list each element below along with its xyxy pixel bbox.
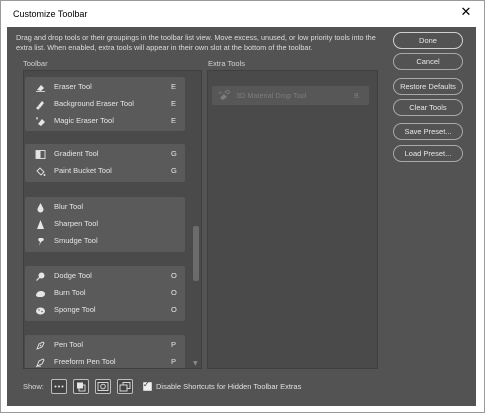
tool-name: Eraser Tool <box>54 82 92 91</box>
restore-defaults-button[interactable]: Restore Defaults <box>393 78 463 95</box>
tool-name: Magic Eraser Tool <box>54 116 114 125</box>
load-preset-button[interactable]: Load Preset... <box>393 145 463 162</box>
cancel-button[interactable]: Cancel <box>393 53 463 70</box>
pen-icon <box>36 341 45 350</box>
tool-shortcut: G <box>171 149 177 158</box>
show-label: Show: <box>23 382 44 391</box>
clear-tools-button[interactable]: Clear Tools <box>393 99 463 116</box>
close-icon[interactable]: ✕ <box>458 5 474 21</box>
tool-shortcut: P <box>171 340 177 349</box>
checkmark-icon: ✓ <box>143 380 150 389</box>
title-bar: Customize Toolbar ✕ <box>1 1 484 29</box>
tool-shortcut: G <box>171 166 177 175</box>
burn-icon <box>36 291 45 297</box>
toolbar-scrollbar[interactable] <box>192 72 200 367</box>
quick-mask-icon <box>97 382 109 391</box>
smudge-icon <box>38 238 44 246</box>
paint-bucket-icon <box>36 167 46 176</box>
tool-name: Pen Tool <box>54 340 84 349</box>
tool-name: Dodge Tool <box>54 271 92 280</box>
foreground-background-icon <box>77 382 86 392</box>
tool-name: Burn Tool <box>54 288 86 297</box>
tool-group[interactable]: Blur Tool Sharpen Tool Smudge Tool <box>25 197 185 252</box>
tool-shortcut: O <box>171 288 177 297</box>
tool-name: Paint Bucket Tool <box>54 166 112 175</box>
tool-row[interactable]: Sharpen Tool <box>25 216 185 233</box>
tool-row[interactable]: Freeform Pen Tool P <box>25 354 185 368</box>
save-preset-button[interactable]: Save Preset... <box>393 123 463 140</box>
tool-row[interactable]: Eraser Tool E <box>25 79 185 96</box>
tool-shortcut: E <box>171 116 177 125</box>
toolbar-list-label: Toolbar <box>23 59 48 68</box>
dodge-icon <box>36 272 45 281</box>
tool-group[interactable]: Eraser Tool E Background Eraser Tool E M… <box>25 77 185 131</box>
svg-text:3D: 3D <box>218 90 223 95</box>
dialog-title: Customize Toolbar <box>13 9 88 19</box>
tool-group[interactable]: Dodge Tool O Burn Tool O Sponge Tool O <box>25 266 185 321</box>
blur-icon <box>37 203 44 213</box>
tool-shortcut: E <box>171 82 177 91</box>
tool-row[interactable]: Gradient Tool G <box>25 146 185 163</box>
done-button[interactable]: Done <box>393 32 463 49</box>
tool-name: Smudge Tool <box>54 236 98 245</box>
instructions-text: Drag and drop tools or their groupings i… <box>16 33 376 52</box>
quick-mask-button[interactable] <box>95 379 111 394</box>
tool-row[interactable]: Sponge Tool O <box>25 302 185 319</box>
foreground-background-button[interactable] <box>73 379 89 394</box>
gradient-icon <box>35 150 46 159</box>
tool-row[interactable]: Pen Tool P <box>25 337 185 354</box>
tool-shortcut: O <box>171 271 177 280</box>
tool-row[interactable]: Paint Bucket Tool G <box>25 163 185 180</box>
tool-name: Gradient Tool <box>54 149 99 158</box>
tool-group[interactable]: Pen Tool P Freeform Pen Tool P <box>25 335 185 368</box>
more-options-button[interactable] <box>51 379 67 394</box>
scrollbar-thumb[interactable] <box>193 226 199 281</box>
disable-shortcuts-label[interactable]: Disable Shortcuts for Hidden Toolbar Ext… <box>156 382 301 391</box>
tool-group[interactable]: Gradient Tool G Paint Bucket Tool G <box>25 144 185 182</box>
tool-name: Freeform Pen Tool <box>54 357 116 366</box>
screen-mode-icon <box>119 382 131 392</box>
sponge-icon <box>36 307 45 315</box>
tool-row[interactable]: Blur Tool <box>25 199 185 216</box>
tool-row[interactable]: Background Eraser Tool E <box>25 96 185 113</box>
extra-tools-list[interactable] <box>207 70 378 369</box>
extra-tool-name: 3D Material Drop Tool <box>236 91 307 100</box>
tool-shortcut: O <box>171 305 177 314</box>
toolbar-list[interactable]: Eraser Tool E Background Eraser Tool E M… <box>23 70 202 369</box>
more-options-icon <box>54 385 64 388</box>
scroll-down-arrow-icon[interactable]: ▼ <box>193 360 198 367</box>
screen-mode-button[interactable] <box>117 379 133 394</box>
background-eraser-icon <box>36 101 44 110</box>
tool-shortcut: E <box>171 99 177 108</box>
eraser-icon <box>36 85 45 92</box>
tool-row[interactable]: Dodge Tool O <box>25 268 185 285</box>
magic-eraser-icon <box>36 117 45 126</box>
tool-name: Sharpen Tool <box>54 219 99 228</box>
tool-name: Blur Tool <box>54 202 84 211</box>
tool-row[interactable]: Magic Eraser Tool E <box>25 113 185 130</box>
tool-row[interactable]: Smudge Tool <box>25 233 185 250</box>
extra-tool-shortcut: B <box>354 91 359 100</box>
tool-shortcut: P <box>171 357 177 366</box>
sharpen-icon <box>37 220 44 229</box>
extra-tools-label: Extra Tools <box>208 59 245 68</box>
freeform-pen-icon <box>35 358 45 368</box>
tool-name: Background Eraser Tool <box>54 99 134 108</box>
tool-name: Sponge Tool <box>54 305 96 314</box>
tool-row[interactable]: Burn Tool O <box>25 285 185 302</box>
3d-material-drop-icon: 3D <box>218 89 231 100</box>
